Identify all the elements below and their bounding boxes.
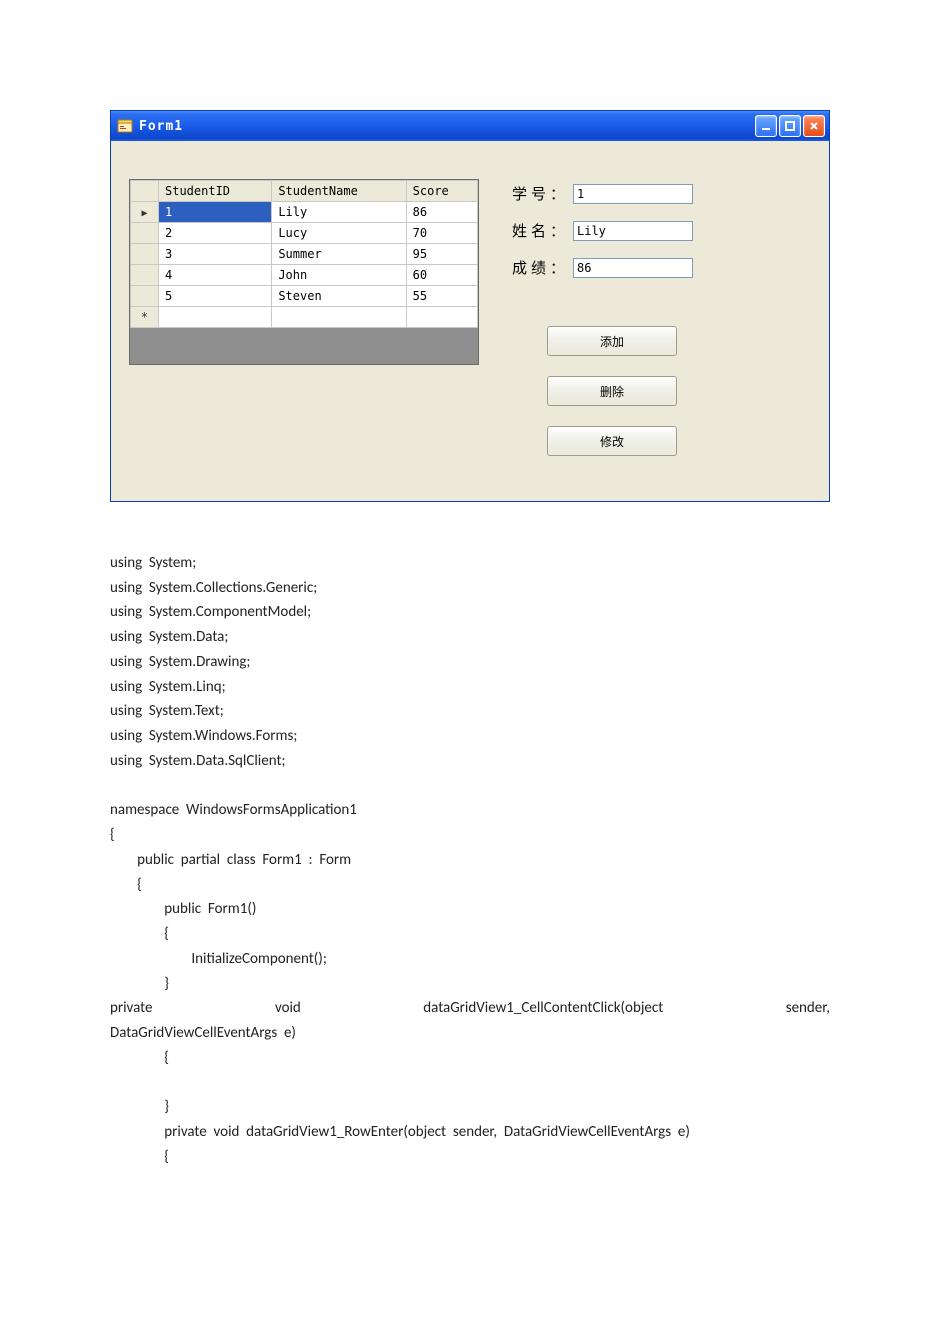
code-line: InitializeComponent();	[110, 950, 327, 968]
code-line: using System.Linq;	[110, 678, 226, 696]
cell[interactable]: Lucy	[272, 223, 406, 244]
cell[interactable]	[159, 307, 272, 328]
code-listing: using System; using System.Collections.G…	[110, 526, 830, 1194]
maximize-button[interactable]	[779, 115, 801, 137]
form-icon	[117, 118, 133, 134]
code-line: }	[110, 1098, 169, 1116]
cell[interactable]	[406, 307, 477, 328]
row-header[interactable]	[131, 265, 159, 286]
current-row-indicator-icon: ▶	[141, 208, 147, 219]
col-studentid[interactable]: StudentID	[159, 181, 272, 202]
code-line: }	[110, 975, 169, 993]
code-line: public partial class Form1 : Form	[110, 851, 351, 869]
cell[interactable]: 70	[406, 223, 477, 244]
label-student-id: 学号：	[503, 183, 573, 204]
col-studentname[interactable]: StudentName	[272, 181, 406, 202]
input-student-id[interactable]	[573, 184, 693, 204]
cell[interactable]: Lily	[272, 202, 406, 223]
minimize-button[interactable]	[755, 115, 777, 137]
code-line: privatevoiddataGridView1_CellContentClic…	[110, 996, 830, 1021]
cell[interactable]: 86	[406, 202, 477, 223]
cell[interactable]: 95	[406, 244, 477, 265]
code-line: using System;	[110, 554, 196, 572]
code-line: DataGridViewCellEventArgs e)	[110, 1024, 296, 1042]
code-line: {	[110, 1049, 169, 1067]
label-score: 成绩：	[503, 257, 573, 278]
table-row[interactable]: 2Lucy70	[131, 223, 478, 244]
row-header[interactable]: ▶	[131, 202, 159, 223]
window-title: Form1	[139, 119, 183, 134]
table-row[interactable]: 4John60	[131, 265, 478, 286]
cell[interactable]: 2	[159, 223, 272, 244]
code-line: {	[110, 1148, 169, 1166]
row-header[interactable]	[131, 244, 159, 265]
table-row[interactable]: ▶ 1Lily86	[131, 202, 478, 223]
table-row[interactable]: 3Summer95	[131, 244, 478, 265]
cell[interactable]: 60	[406, 265, 477, 286]
code-line: using System.Data.SqlClient;	[110, 752, 286, 770]
close-button[interactable]	[803, 115, 825, 137]
new-row[interactable]: *	[131, 307, 478, 328]
code-line: {	[110, 876, 142, 894]
table-row[interactable]: 5Steven55	[131, 286, 478, 307]
cell[interactable]	[272, 307, 406, 328]
row-header[interactable]	[131, 223, 159, 244]
add-button[interactable]: 添加	[547, 326, 677, 356]
code-line: namespace WindowsFormsApplication1	[110, 801, 357, 819]
cell[interactable]: 3	[159, 244, 272, 265]
code-line: using System.Data;	[110, 628, 228, 646]
delete-button[interactable]: 删除	[547, 376, 677, 406]
code-line: private void dataGridView1_RowEnter(obje…	[110, 1123, 690, 1141]
input-score[interactable]	[573, 258, 693, 278]
row-header[interactable]	[131, 286, 159, 307]
grid-empty-area	[130, 328, 478, 364]
code-line: public Form1()	[110, 900, 256, 918]
cell[interactable]: John	[272, 265, 406, 286]
input-student-name[interactable]	[573, 221, 693, 241]
code-line: using System.Text;	[110, 702, 224, 720]
titlebar[interactable]: Form1	[111, 111, 829, 141]
cell[interactable]: 4	[159, 265, 272, 286]
grid-corner	[131, 181, 159, 202]
cell[interactable]: Summer	[272, 244, 406, 265]
grid-header-row: StudentID StudentName Score	[131, 181, 478, 202]
label-student-name: 姓名：	[503, 220, 573, 241]
detail-panel: 学号： 姓名： 成绩： 添加 删除 修改	[503, 179, 811, 476]
datagridview[interactable]: StudentID StudentName Score ▶1Lily862Luc…	[129, 179, 479, 365]
window-form1: Form1	[110, 110, 830, 502]
cell[interactable]: 1	[159, 202, 272, 223]
code-line: using System.Drawing;	[110, 653, 250, 671]
code-line: {	[110, 826, 115, 844]
code-line: using System.Collections.Generic;	[110, 579, 317, 597]
code-line: {	[110, 925, 169, 943]
new-row-indicator: *	[131, 307, 159, 328]
cell[interactable]: 5	[159, 286, 272, 307]
update-button[interactable]: 修改	[547, 426, 677, 456]
cell[interactable]: 55	[406, 286, 477, 307]
col-score[interactable]: Score	[406, 181, 477, 202]
code-line: using System.Windows.Forms;	[110, 727, 297, 745]
cell[interactable]: Steven	[272, 286, 406, 307]
code-line: using System.ComponentModel;	[110, 603, 311, 621]
